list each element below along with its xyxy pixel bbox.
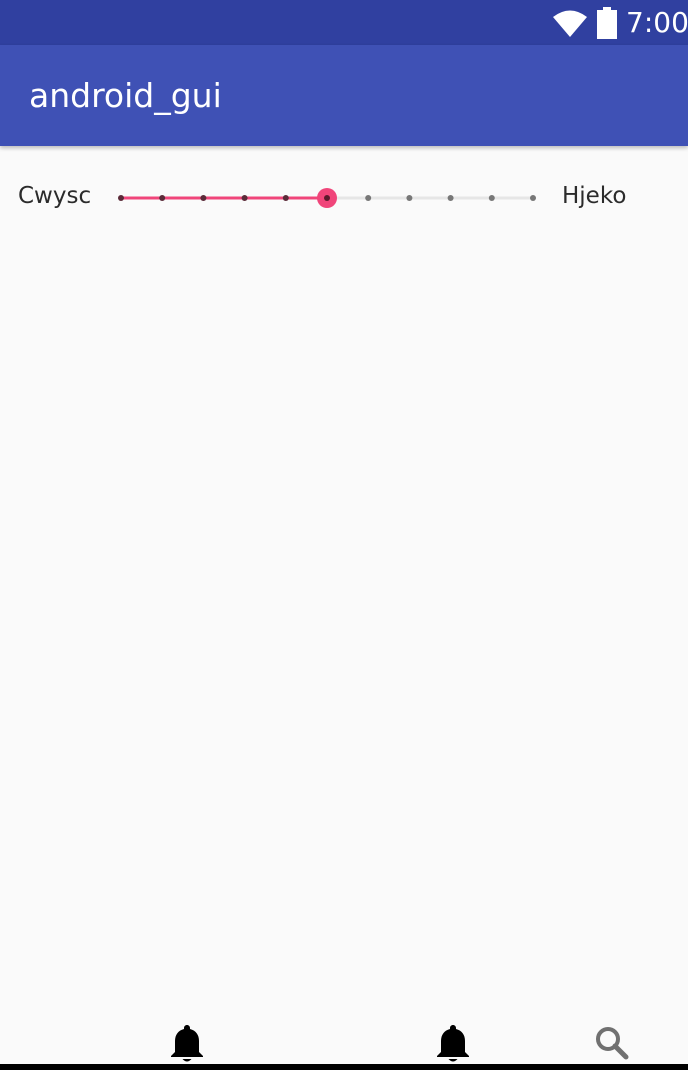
slider-thumb-center [324, 195, 330, 201]
slider-max-label: Hjeko [562, 183, 627, 209]
slider-tick [159, 195, 166, 201]
slider-tick [282, 195, 289, 201]
slider-min-label: Cwysc [18, 183, 92, 209]
slider-tick [365, 195, 372, 201]
bell-icon [437, 1025, 469, 1062]
status-time: 7:00 [626, 6, 688, 39]
bottom-navigation [0, 1020, 688, 1070]
slider-tick [447, 195, 454, 201]
slider-tick [200, 195, 207, 201]
app-title: android_gui [29, 76, 222, 115]
bell-icon [171, 1025, 203, 1062]
slider-tick [530, 195, 536, 201]
slider-tick [118, 195, 124, 201]
slider-tick [241, 195, 248, 201]
wifi-icon [553, 10, 587, 37]
battery-icon [597, 7, 617, 39]
notifications-button-1[interactable] [167, 1022, 207, 1064]
bottom-edge [0, 1064, 688, 1070]
slider-tick [488, 195, 495, 201]
discrete-slider[interactable] [108, 180, 548, 216]
search-button[interactable] [592, 1022, 632, 1064]
slider-tick [406, 195, 413, 201]
notifications-button-2[interactable] [433, 1022, 473, 1064]
status-bar: 7:00 [0, 0, 688, 45]
search-icon [596, 1027, 629, 1060]
